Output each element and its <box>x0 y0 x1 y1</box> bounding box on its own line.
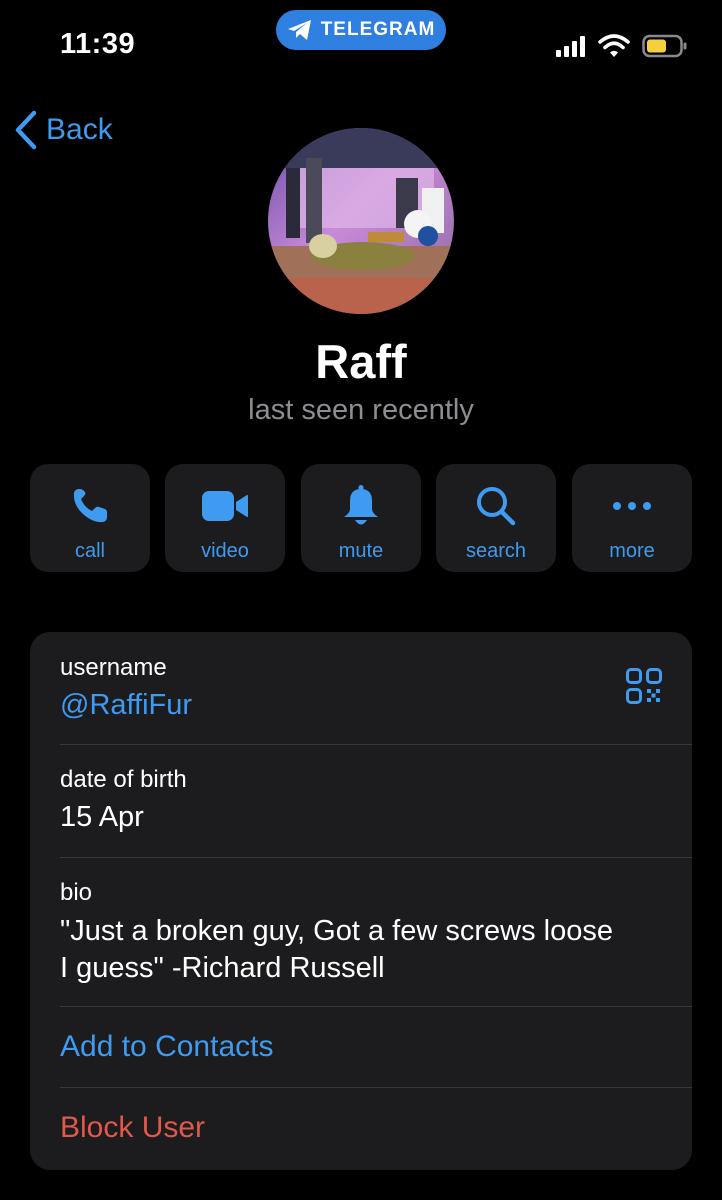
status-time: 11:39 <box>60 28 136 60</box>
back-label: Back <box>46 113 113 146</box>
avatar-photo <box>268 128 454 314</box>
more-button[interactable]: more <box>572 464 692 572</box>
search-icon <box>475 484 517 528</box>
phone-icon <box>70 484 110 528</box>
telegram-plane-icon <box>287 20 311 40</box>
chevron-left-icon <box>15 110 37 150</box>
block-user-button[interactable]: Block User <box>60 1111 205 1145</box>
call-label: call <box>74 540 105 562</box>
profile-name: Raff <box>315 335 407 388</box>
call-button[interactable]: call <box>30 464 150 572</box>
ellipsis-icon <box>612 484 652 528</box>
cellular-signal-icon <box>556 36 585 57</box>
bio-label: bio <box>60 879 93 906</box>
status-icons <box>556 34 688 58</box>
search-button[interactable]: search <box>436 464 556 572</box>
username-row[interactable]: username @RaffiFur <box>30 632 692 744</box>
username-label: username <box>60 654 167 681</box>
profile-actions: call video mute search more <box>30 464 692 572</box>
profile-info-card: username @RaffiFur date of birth 15 Apr <box>30 632 692 1170</box>
qr-code-icon[interactable] <box>626 668 662 709</box>
profile-avatar[interactable] <box>268 128 454 314</box>
divider <box>60 1087 692 1088</box>
search-label: search <box>465 540 527 562</box>
profile-screen: 11:39 TELEGRAM Back Raff last seen recen… <box>0 0 722 1200</box>
last-seen-status: last seen recently <box>248 394 474 426</box>
battery-icon <box>642 34 687 58</box>
bio-line-1: "Just a broken guy, Got a few screws loo… <box>60 915 613 947</box>
add-to-contacts-button[interactable]: Add to Contacts <box>60 1030 273 1064</box>
video-camera-icon <box>201 484 249 528</box>
bio-line-2: I guess" -Richard Russell <box>60 952 385 984</box>
birthday-label: date of birth <box>60 766 187 793</box>
birthday-value: 15 Apr <box>60 801 144 833</box>
bio-row: bio "Just a broken guy, Got a few screws… <box>30 858 692 1006</box>
app-pill-label: TELEGRAM <box>320 19 436 40</box>
telegram-return-pill[interactable]: TELEGRAM <box>276 10 446 50</box>
username-value[interactable]: @RaffiFur <box>60 687 192 724</box>
more-label: more <box>609 540 655 562</box>
video-label: video <box>201 540 249 562</box>
video-button[interactable]: video <box>165 464 285 572</box>
mute-label: mute <box>338 540 384 562</box>
bell-icon <box>342 484 380 528</box>
birthday-row: date of birth 15 Apr <box>30 745 692 857</box>
back-button[interactable]: Back <box>14 108 113 152</box>
divider <box>60 1006 692 1007</box>
mute-button[interactable]: mute <box>301 464 421 572</box>
wifi-icon <box>598 34 630 57</box>
